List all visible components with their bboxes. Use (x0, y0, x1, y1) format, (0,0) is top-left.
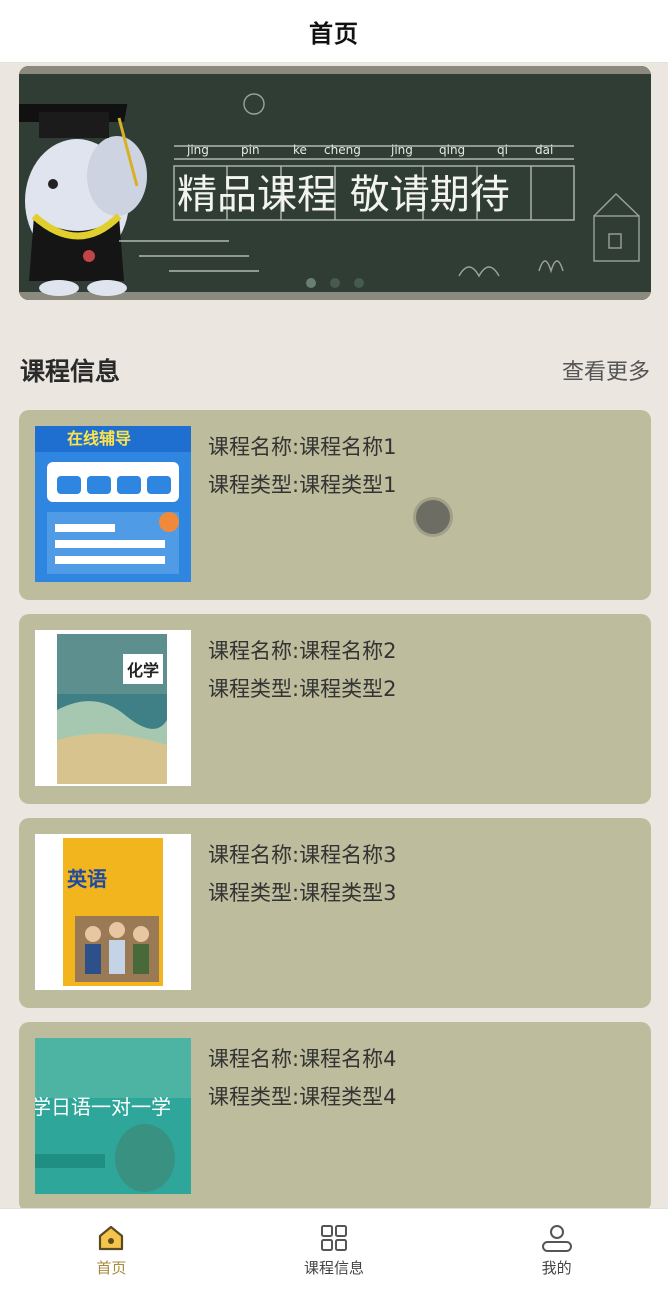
course-cover-image: 化学 (35, 630, 191, 786)
tab-course-info[interactable]: 课程信息 (223, 1209, 446, 1297)
pinyin-2: pin (241, 143, 260, 157)
cover-title-3: 英语 (67, 867, 107, 891)
banner-dot-2[interactable] (330, 278, 340, 288)
pinyin-5: jing (390, 143, 413, 157)
course-name: 课程名称:课程名称2 (208, 639, 397, 663)
course-type: 课程类型:课程类型4 (208, 1085, 397, 1109)
course-card[interactable]: 英语 课程名称:课程名称3 课程类型:课程类型3 (19, 818, 651, 1008)
banner-dot-3[interactable] (354, 278, 364, 288)
cover-title-4: 学日语一对一学 (35, 1095, 171, 1119)
course-type: 课程类型:课程类型1 (208, 473, 397, 497)
course-cover-image: 学日语一对一学 (35, 1038, 191, 1194)
course-section-header: 课程信息 查看更多 (20, 348, 650, 392)
touch-indicator (416, 500, 450, 534)
promo-banner[interactable]: jing pin ke cheng jing qing qi dai 精品课程 … (19, 66, 651, 300)
course-name: 课程名称:课程名称4 (208, 1047, 397, 1071)
cover-title-1: 在线辅导 (67, 429, 131, 448)
bottom-tab-bar: 首页 课程信息 我的 (0, 1208, 668, 1297)
course-info: 课程名称:课程名称2 课程类型:课程类型2 (208, 632, 396, 708)
pinyin-3: ke (293, 143, 307, 157)
banner-dot-1[interactable] (306, 278, 316, 288)
course-card[interactable]: 在线辅导 课程名称:课程名称1 课程类型:课程类型1 (19, 410, 651, 600)
top-navigation-bar: 首页 (0, 0, 668, 63)
course-info: 课程名称:课程名称3 课程类型:课程类型3 (208, 836, 396, 912)
course-name: 课程名称:课程名称3 (208, 843, 397, 867)
pinyin-7: qi (497, 143, 508, 157)
grid-icon (321, 1225, 347, 1251)
course-card[interactable]: 学日语一对一学 课程名称:课程名称4 课程类型:课程类型4 (19, 1022, 651, 1212)
section-title: 课程信息 (20, 357, 121, 386)
home-icon (99, 1225, 124, 1251)
course-card[interactable]: 化学 课程名称:课程名称2 课程类型:课程类型2 (19, 614, 651, 804)
view-more-link[interactable]: 查看更多 (562, 354, 650, 386)
tab-home-label: 首页 (96, 1259, 127, 1277)
course-type: 课程类型:课程类型3 (208, 881, 397, 905)
course-cover-image: 英语 (35, 834, 191, 990)
course-info: 课程名称:课程名称1 课程类型:课程类型1 (208, 428, 396, 504)
pinyin-8: dai (535, 143, 553, 157)
course-info: 课程名称:课程名称4 课程类型:课程类型4 (208, 1040, 396, 1116)
cover-title-2: 化学 (127, 661, 159, 680)
pinyin-4: cheng (324, 143, 361, 157)
banner-pagination (19, 278, 651, 288)
user-icon (541, 1225, 572, 1252)
pinyin-1: jing (186, 143, 209, 157)
tab-home[interactable]: 首页 (0, 1209, 223, 1297)
banner-headline: 精品课程 敬请期待 (177, 172, 510, 218)
course-name: 课程名称:课程名称1 (208, 435, 397, 459)
pinyin-6: qing (439, 143, 465, 157)
course-cover-image: 在线辅导 (35, 426, 191, 582)
banner-illustration: jing pin ke cheng jing qing qi dai 精品课程 … (19, 66, 651, 300)
tab-mine[interactable]: 我的 (445, 1209, 668, 1297)
course-type: 课程类型:课程类型2 (208, 677, 397, 701)
tab-course-info-label: 课程信息 (304, 1259, 365, 1277)
tab-mine-label: 我的 (541, 1259, 572, 1277)
page-title: 首页 (309, 19, 359, 48)
